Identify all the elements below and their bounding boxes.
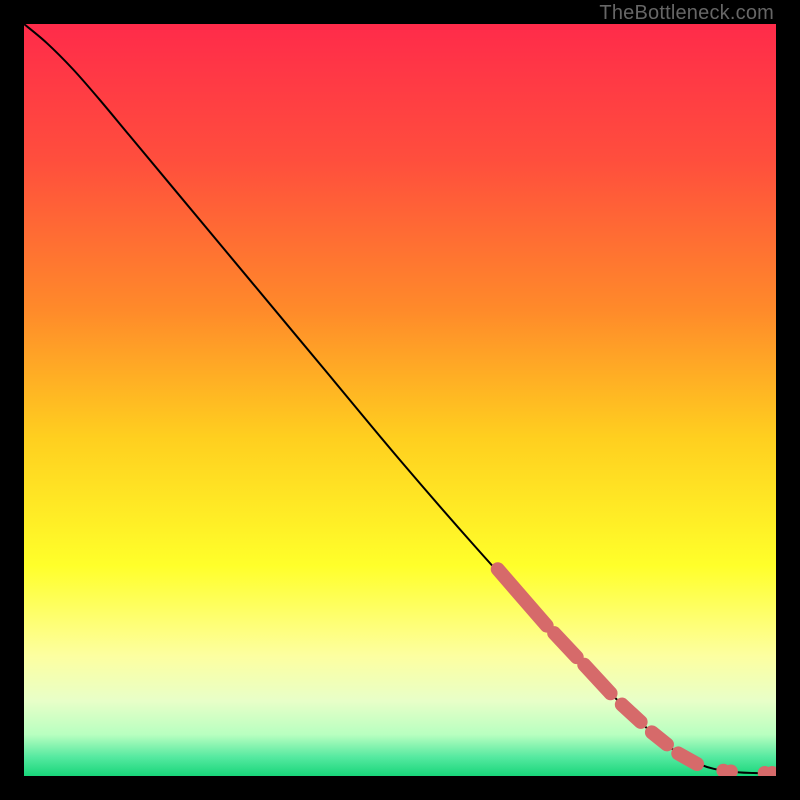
chart-frame: TheBottleneck.com [0,0,800,800]
attribution-text: TheBottleneck.com [599,2,774,25]
marker-segment [678,753,697,764]
marker-segment [652,732,667,744]
chart-svg [24,24,776,776]
plot-area [24,24,776,776]
gradient-background [24,24,776,776]
